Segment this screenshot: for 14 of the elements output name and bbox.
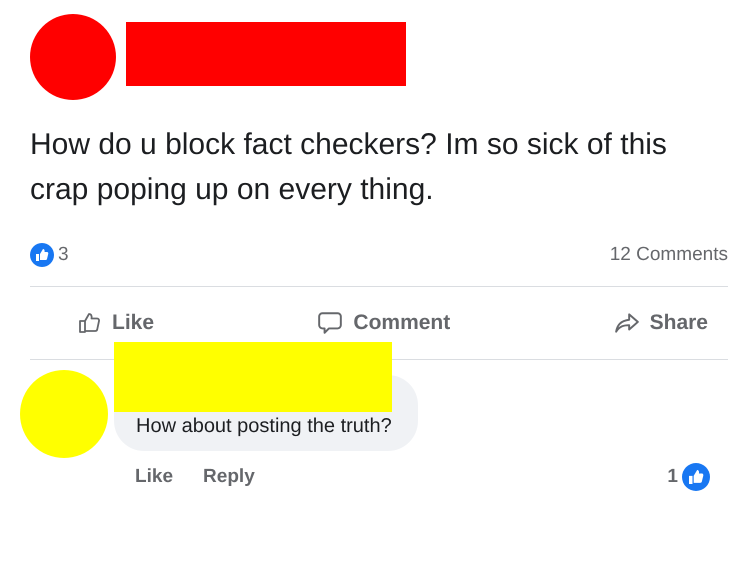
post-text: How do u block fact checkers? Im so sick of this crap poping up on every thing. <box>30 127 668 208</box>
reaction-count: 1 <box>667 465 678 489</box>
comment-count[interactable]: 12 Comments <box>610 240 728 270</box>
like-reaction-icon <box>682 463 710 492</box>
reaction-count: 3 <box>58 242 69 267</box>
like-icon <box>78 311 102 335</box>
reply-link[interactable]: Reply <box>203 463 255 492</box>
comment-icon <box>317 310 344 336</box>
comment-text: How about posting the truth? <box>136 414 392 439</box>
like-button[interactable]: Like <box>78 307 154 339</box>
like-link[interactable]: Like <box>135 463 174 492</box>
share-button[interactable]: Share <box>614 307 708 339</box>
like-reaction-icon <box>30 243 54 267</box>
comment-button[interactable]: Comment <box>317 307 450 339</box>
